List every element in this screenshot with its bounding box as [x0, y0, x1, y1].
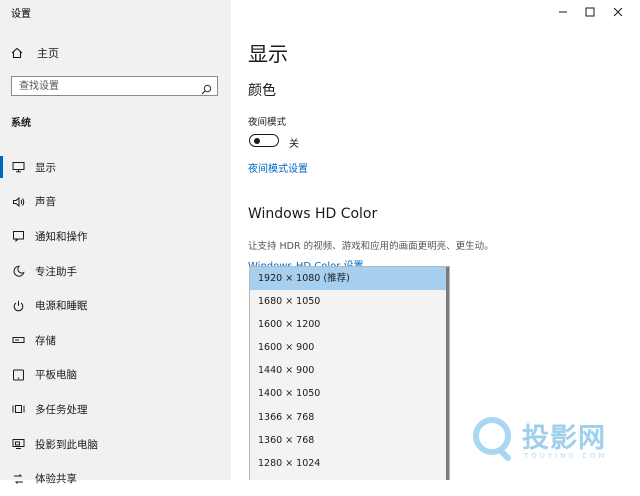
sidebar-item-label: 多任务处理: [35, 403, 88, 416]
sidebar-item-notifications[interactable]: 通知和操作: [0, 219, 231, 254]
resolution-option[interactable]: 1600 × 1200: [250, 313, 449, 336]
sidebar-item-label: 专注助手: [35, 265, 77, 278]
watermark-logo: 投影网 TOUYING.COM: [470, 410, 630, 470]
sidebar-item-storage[interactable]: 存储: [0, 323, 231, 358]
sidebar-item-display[interactable]: 显示: [0, 150, 231, 185]
close-icon: [613, 2, 623, 21]
search-box[interactable]: [11, 76, 218, 96]
page-title: 显示: [248, 42, 288, 66]
sidebar-item-label: 声音: [35, 196, 56, 209]
watermark-ring-icon: [473, 417, 511, 461]
sidebar-item-tablet[interactable]: 平板电脑: [0, 358, 231, 393]
home-icon: [11, 44, 23, 63]
hd-color-title: Windows HD Color: [248, 206, 378, 222]
notification-icon: [11, 229, 25, 243]
night-light-settings-link[interactable]: 夜间模式设置: [248, 160, 308, 175]
sidebar-item-label: 体验共享: [35, 473, 77, 486]
sidebar-nav: 显示 声音 通知和操作 专注助手 电源和睡眠 存储 平板电脑 多任务处理 投影到…: [0, 150, 231, 496]
watermark-subtext: TOUYING.COM: [524, 452, 608, 460]
sidebar-item-focus-assist[interactable]: 专注助手: [0, 254, 231, 289]
search-icon[interactable]: [201, 80, 212, 99]
multitask-icon: [11, 402, 25, 416]
sidebar-item-multitasking[interactable]: 多任务处理: [0, 392, 231, 427]
sidebar-item-power-sleep[interactable]: 电源和睡眠: [0, 288, 231, 323]
project-icon: [11, 437, 25, 451]
tablet-icon: [11, 368, 25, 382]
app-title: 设置: [11, 9, 31, 20]
resolution-option[interactable]: 1920 × 1080 (推荐): [250, 267, 449, 291]
sidebar-item-shared-experiences[interactable]: 体验共享: [0, 461, 231, 496]
resolution-option[interactable]: 1680 × 1050: [250, 290, 449, 313]
home-label: 主页: [37, 47, 59, 60]
sidebar-item-label: 投影到此电脑: [35, 438, 98, 451]
hd-color-description: 让支持 HDR 的视频、游戏和应用的画面更明亮、更生动。: [248, 241, 494, 252]
sidebar-item-label: 平板电脑: [35, 369, 77, 382]
resolution-option[interactable]: 1280 × 1024: [250, 452, 449, 475]
close-button[interactable]: [600, 0, 636, 22]
night-light-toggle[interactable]: [249, 134, 279, 147]
dropdown-scrollbar[interactable]: [446, 267, 449, 480]
resolution-option[interactable]: 1366 × 768: [250, 406, 449, 429]
resolution-option[interactable]: 1400 × 1050: [250, 382, 449, 405]
storage-icon: [11, 333, 25, 347]
section-label-system: 系统: [11, 118, 31, 129]
toggle-knob: [254, 137, 260, 144]
sidebar-item-label: 显示: [35, 161, 56, 174]
night-light-label: 夜间模式: [248, 117, 287, 128]
sidebar-item-label: 电源和睡眠: [35, 300, 88, 313]
speaker-icon: [11, 195, 25, 209]
moon-icon: [11, 264, 25, 278]
resolution-option[interactable]: 1600 × 900: [250, 336, 449, 359]
monitor-icon: [11, 160, 25, 174]
home-nav-item[interactable]: 主页: [11, 44, 59, 62]
watermark-text: 投影网: [522, 423, 606, 454]
power-icon: [11, 299, 25, 313]
resolution-option[interactable]: 1440 × 900: [250, 359, 449, 382]
sidebar: 设置 主页 系统 显示 声音 通知和操作: [0, 0, 231, 485]
sidebar-item-project-to-pc[interactable]: 投影到此电脑: [0, 427, 231, 462]
search-input[interactable]: [19, 79, 194, 93]
resolution-option[interactable]: 1360 × 768: [250, 429, 449, 452]
night-light-state: 关: [289, 139, 299, 150]
resolution-dropdown-list[interactable]: 1920 × 1080 (推荐) 1680 × 1050 1600 × 1200…: [249, 266, 450, 480]
maximize-icon: [585, 2, 595, 21]
sidebar-item-sound[interactable]: 声音: [0, 185, 231, 220]
share-icon: [11, 472, 25, 486]
minimize-icon: [558, 2, 568, 21]
sidebar-item-label: 存储: [35, 334, 56, 347]
color-section-title: 颜色: [248, 83, 276, 99]
sidebar-item-label: 通知和操作: [35, 230, 88, 243]
